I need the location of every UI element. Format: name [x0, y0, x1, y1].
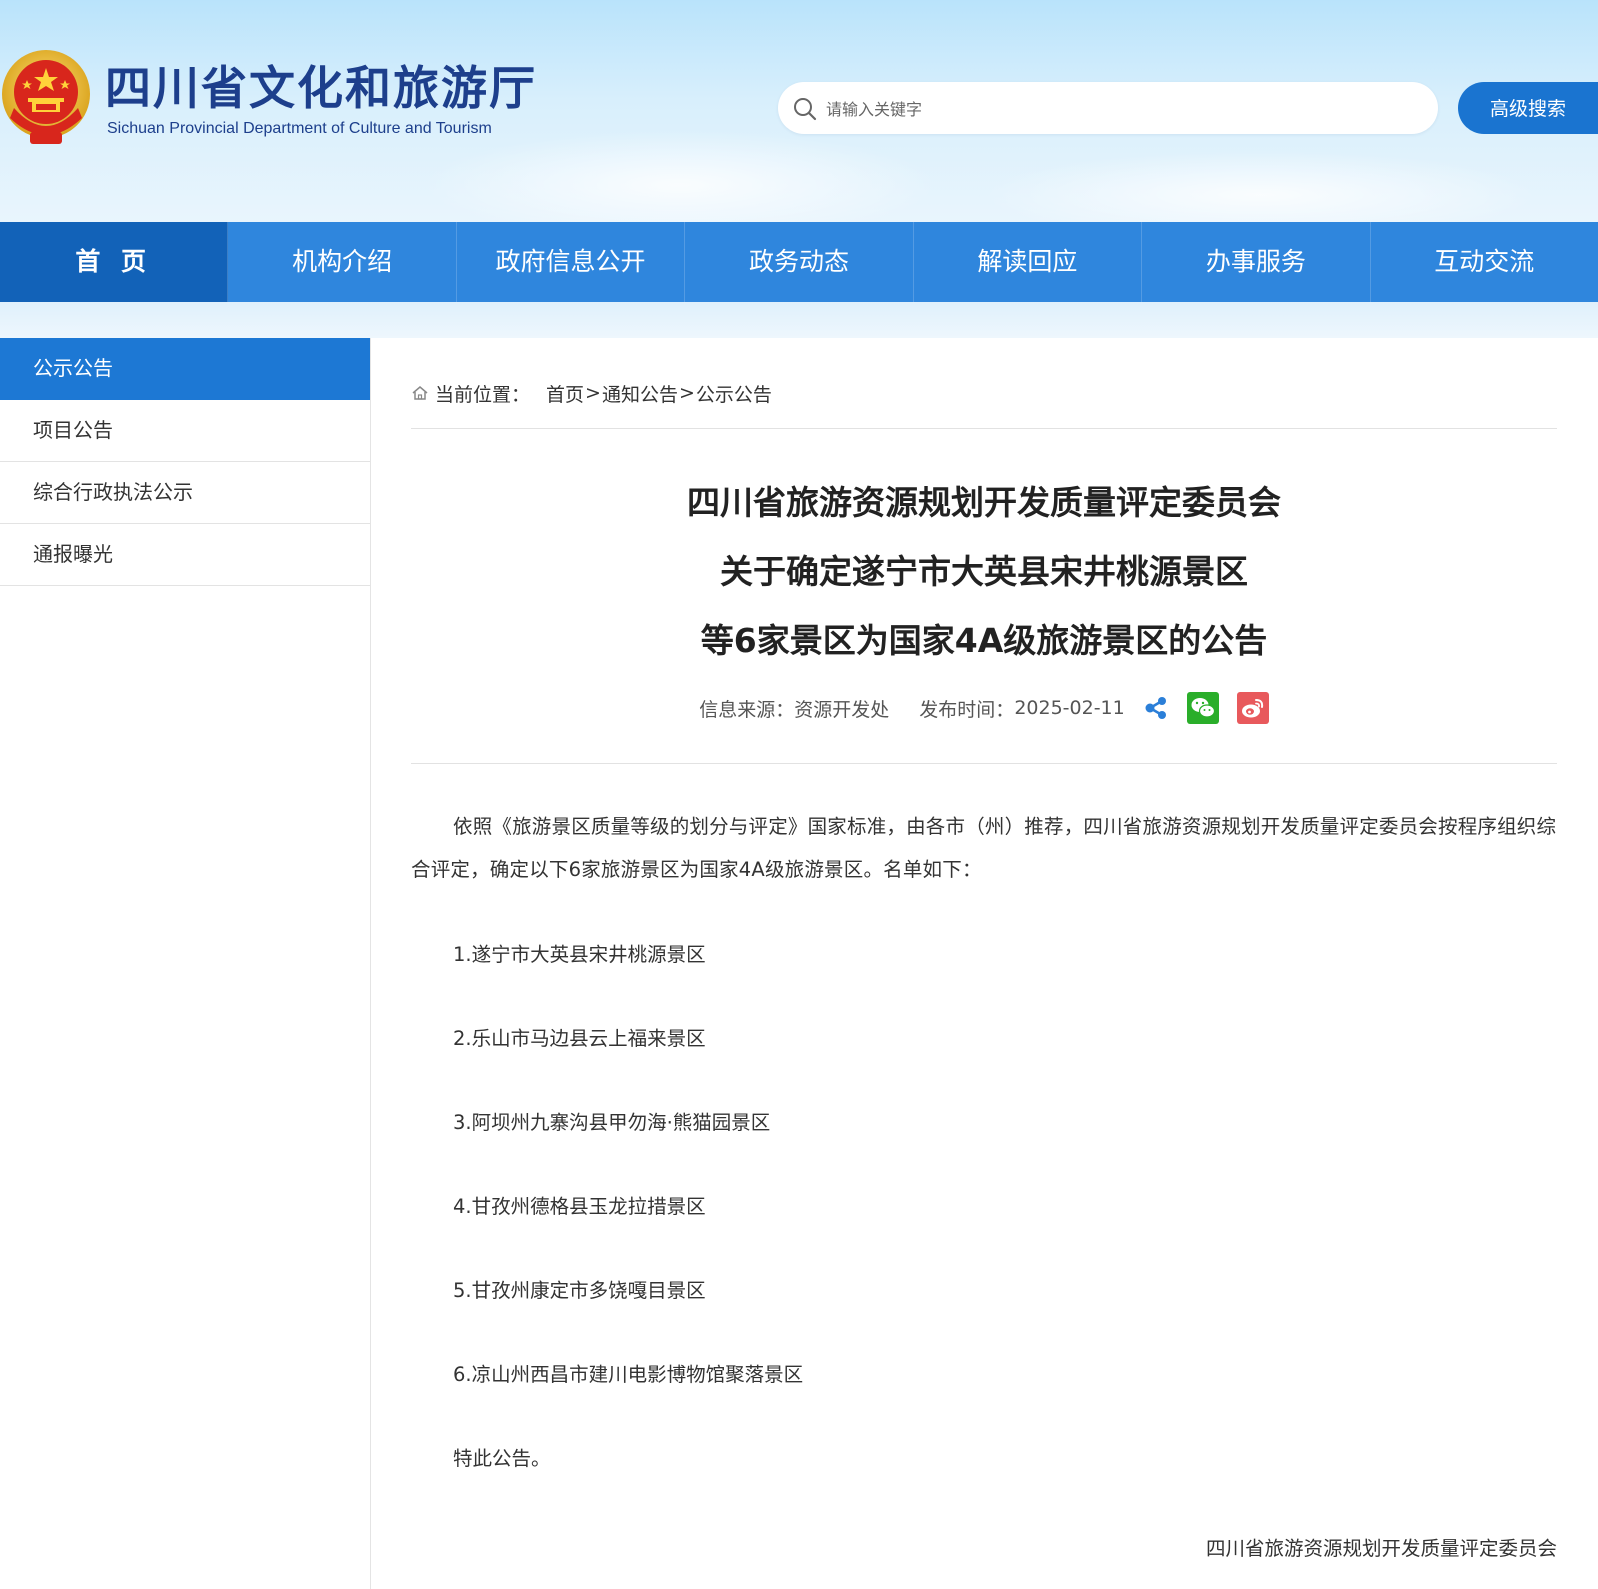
header-cloud-decoration — [980, 150, 1540, 222]
search-input[interactable] — [824, 92, 1418, 126]
wechat-icon[interactable] — [1186, 692, 1219, 724]
share-icon[interactable] — [1143, 695, 1169, 721]
article-meta: 信息来源： 资源开发处 发布时间： 2025-02-11 — [411, 690, 1557, 726]
nav-item-organization[interactable]: 机构介绍 — [228, 222, 457, 302]
nav-item-interaction[interactable]: 互动交流 — [1371, 222, 1598, 302]
sidebar: 公示公告 项目公告 综合行政执法公示 通报曝光 — [0, 338, 371, 1589]
sidebar-item-exposure[interactable]: 通报曝光 — [0, 524, 370, 586]
article-title-line: 四川省旅游资源规划开发质量评定委员会 — [687, 483, 1281, 522]
nav-band-decoration — [0, 302, 1598, 338]
breadcrumb-link-public-notice[interactable]: 公示公告 — [696, 380, 772, 407]
list-item: 6.凉山州西昌市建川电影博物馆聚落景区 — [453, 1363, 804, 1386]
nav-item-news[interactable]: 政务动态 — [685, 222, 914, 302]
list-item: 1.遂宁市大英县宋井桃源景区 — [453, 943, 706, 966]
list-item: 2.乐山市马边县云上福来景区 — [453, 1027, 706, 1050]
nav-item-home[interactable]: 首 页 — [0, 222, 229, 302]
breadcrumb-link-home[interactable]: 首页 — [546, 380, 584, 407]
article-intro: 依照《旅游景区质量等级的划分与评定》国家标准，由各市（州）推荐，四川省旅游资源规… — [411, 815, 1557, 881]
sidebar-item-project-notice[interactable]: 项目公告 — [0, 400, 370, 462]
list-item: 5.甘孜州康定市多饶嘎目景区 — [453, 1279, 706, 1302]
divider — [411, 763, 1557, 764]
header-cloud-decoration — [420, 130, 940, 222]
article-closing: 特此公告。 — [453, 1447, 551, 1470]
weibo-icon[interactable] — [1236, 692, 1269, 724]
list-item: 3.阿坝州九寨沟县甲勿海·熊猫园景区 — [453, 1111, 771, 1134]
search-box — [778, 82, 1438, 134]
nav-item-services[interactable]: 办事服务 — [1142, 222, 1371, 302]
site-subtitle: Sichuan Provincial Department of Culture… — [107, 120, 492, 137]
breadcrumb-separator: > — [678, 382, 695, 404]
source-label: 信息来源： — [699, 698, 795, 721]
site-title: 四川省文化和旅游厅 — [105, 61, 537, 115]
advanced-search-button[interactable]: 高级搜索 — [1458, 82, 1598, 134]
sidebar-item-public-notice[interactable]: 公示公告 — [0, 338, 370, 400]
article-title: 四川省旅游资源规划开发质量评定委员会 关于确定遂宁市大英县宋井桃源景区 等6家景… — [411, 468, 1557, 675]
national-emblem-icon — [2, 50, 90, 144]
breadcrumb-separator: > — [585, 382, 601, 404]
sidebar-item-law-enforcement[interactable]: 综合行政执法公示 — [0, 462, 370, 524]
breadcrumb-label: 当前位置： — [435, 383, 531, 406]
nav-item-gov-info[interactable]: 政府信息公开 — [457, 222, 686, 302]
breadcrumb: 当前位置： 首页 > 通知公告 > 公示公告 — [411, 378, 772, 408]
breadcrumb-link-notices[interactable]: 通知公告 — [602, 380, 678, 407]
list-item: 4.甘孜州德格县玉龙拉措景区 — [453, 1195, 706, 1218]
date-label: 发布时间： — [919, 698, 1015, 721]
main-nav: 首 页 机构介绍 政府信息公开 政务动态 解读回应 办事服务 互动交流 — [0, 222, 1598, 302]
home-icon — [412, 386, 428, 400]
article-title-line: 关于确定遂宁市大英县宋井桃源景区 — [720, 552, 1248, 591]
site-header: 四川省文化和旅游厅 Sichuan Provincial Department … — [0, 0, 1598, 222]
divider — [411, 428, 1557, 429]
publish-date: 2025-02-11 — [1014, 697, 1125, 719]
nav-item-interpretation[interactable]: 解读回应 — [914, 222, 1143, 302]
article-title-line: 等6家景区为国家4A级旅游景区的公告 — [700, 621, 1268, 660]
search-icon[interactable] — [792, 96, 818, 122]
article-signature: 四川省旅游资源规划开发质量评定委员会 — [1205, 1537, 1557, 1560]
article-body: 依照《旅游景区质量等级的划分与评定》国家标准，由各市（州）推荐，四川省旅游资源规… — [411, 805, 1557, 1470]
source-value: 资源开发处 — [794, 698, 890, 721]
